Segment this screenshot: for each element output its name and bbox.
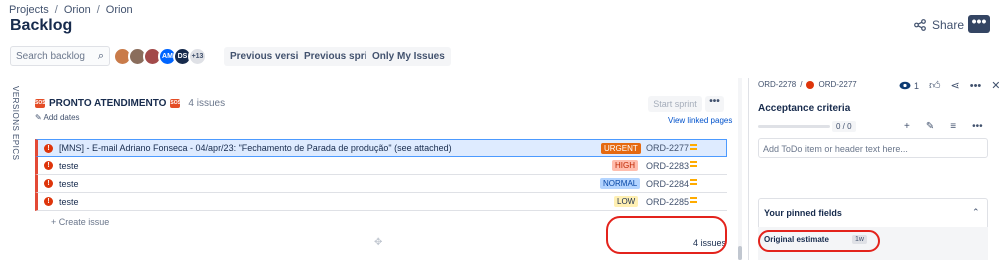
close-icon[interactable]: ✕: [991, 79, 999, 92]
breadcrumb: Projects / Orion / Orion: [9, 4, 133, 16]
acceptance-progress-bar: [758, 125, 830, 128]
tab-epics[interactable]: EPICS: [11, 134, 20, 161]
watch-button[interactable]: 1: [899, 81, 919, 91]
search-icon: ⌕: [97, 50, 104, 62]
avatar[interactable]: +13: [188, 47, 207, 66]
issue-list: ! [MNS] - E-mail Adriano Fonseca - 04/apr…: [35, 139, 727, 211]
issue-key[interactable]: ORD-2277: [646, 143, 689, 153]
share-icon[interactable]: ⋖: [951, 79, 960, 92]
issue-row[interactable]: ! teste LOW ORD-2285: [35, 193, 727, 211]
more-icon[interactable]: •••: [972, 121, 983, 132]
issue-label: HIGH: [612, 160, 638, 171]
add-dates-label: Add dates: [43, 113, 80, 122]
page-title: Backlog: [10, 17, 73, 34]
create-issue-button[interactable]: + Create issue: [51, 217, 109, 227]
share-label: Share: [932, 18, 965, 32]
priority-medium-icon: [690, 144, 697, 152]
add-dates-link[interactable]: ✎ Add dates: [35, 113, 80, 122]
priority-highest-icon: !: [44, 179, 53, 188]
breadcrumb-orion-2[interactable]: Orion: [106, 4, 133, 16]
chevron-up-icon[interactable]: ⌃: [972, 207, 980, 218]
sprint-name: PRONTO ATENDIMENTO: [49, 98, 167, 109]
filter-icon[interactable]: ≡: [950, 121, 956, 132]
add-icon[interactable]: +: [904, 121, 910, 132]
thumbs-up-icon[interactable]: 👍︎: [929, 79, 941, 92]
breadcrumb-orion-1[interactable]: Orion: [64, 4, 91, 16]
priority-highest-icon: !: [44, 197, 53, 206]
start-sprint-button[interactable]: Start sprint: [648, 96, 702, 112]
issue-key[interactable]: ORD-2285: [646, 197, 689, 207]
priority-highest-icon: !: [44, 143, 53, 153]
priority-medium-icon: [690, 161, 697, 169]
view-linked-pages-link[interactable]: View linked pages: [668, 116, 732, 125]
priority-highest-icon: !: [44, 161, 53, 170]
pencil-icon: ✎: [35, 113, 42, 122]
breadcrumb-projects[interactable]: Projects: [9, 4, 49, 16]
scrollbar-track[interactable]: [738, 78, 742, 260]
issue-key[interactable]: ORD-2277: [818, 80, 856, 89]
more-icon[interactable]: •••: [970, 80, 982, 92]
issue-row[interactable]: ! teste NORMAL ORD-2284: [35, 175, 727, 193]
acceptance-toolbar: + ✎ ≡ •••: [904, 121, 983, 132]
panel-divider[interactable]: [748, 78, 749, 260]
tab-versions[interactable]: VERSIONS: [11, 86, 20, 131]
acceptance-criteria-title: Acceptance criteria: [758, 103, 851, 114]
watch-count: 1: [914, 80, 920, 91]
plus-icon: +: [51, 217, 57, 227]
breadcrumb-separator: /: [54, 4, 58, 16]
sos-icon: SOS: [170, 99, 181, 108]
highlight-oval: [758, 230, 880, 252]
priority-medium-icon: [690, 179, 697, 187]
sprint-header[interactable]: SOS PRONTO ATENDIMENTO SOS 4 issues: [35, 98, 225, 109]
issue-breadcrumb: ORD-2278 / ORD-2277: [758, 80, 857, 89]
issue-actions: 1 👍︎ ⋖ ••• ✕: [899, 79, 999, 92]
issue-label: URGENT: [601, 142, 641, 154]
more-actions-button[interactable]: •••: [968, 14, 990, 33]
issue-key[interactable]: ORD-2284: [646, 179, 689, 189]
share-button[interactable]: Share: [914, 18, 964, 32]
sos-icon: SOS: [35, 99, 46, 108]
todo-input[interactable]: Add ToDo item or header text here...: [758, 138, 988, 158]
scrollbar-thumb[interactable]: [738, 246, 742, 260]
acceptance-progress-label: 0 / 0: [832, 121, 856, 132]
share-icon: [914, 19, 926, 31]
breadcrumb-separator: /: [800, 80, 803, 89]
eye-icon: [899, 81, 911, 90]
drag-handle-icon[interactable]: ✥: [374, 237, 382, 248]
sprint-more-button[interactable]: •••: [705, 96, 724, 112]
search-placeholder: Search backlog: [16, 51, 85, 62]
parent-issue-key[interactable]: ORD-2278: [758, 80, 796, 89]
search-input[interactable]: Search backlog ⌕: [10, 46, 110, 66]
create-issue-label: Create issue: [58, 217, 110, 227]
breadcrumb-separator: /: [96, 4, 100, 16]
priority-icon: [806, 80, 815, 89]
avatar-group: AM DS +13: [113, 47, 207, 66]
priority-medium-icon: [690, 197, 697, 205]
issue-label: NORMAL: [600, 178, 641, 189]
edit-icon[interactable]: ✎: [926, 121, 934, 132]
issue-row[interactable]: ! [MNS] - E-mail Adriano Fonseca - 04/apr…: [35, 139, 727, 157]
sprint-issue-count: 4 issues: [188, 98, 226, 109]
issue-key[interactable]: ORD-2283: [646, 161, 689, 171]
pinned-fields-title[interactable]: Your pinned fields: [764, 208, 842, 218]
issue-row[interactable]: ! teste HIGH ORD-2283: [35, 157, 727, 175]
issue-label: LOW: [614, 196, 639, 207]
filter-only-my-issues[interactable]: Only My Issues: [366, 47, 451, 66]
highlight-oval: [606, 216, 727, 254]
